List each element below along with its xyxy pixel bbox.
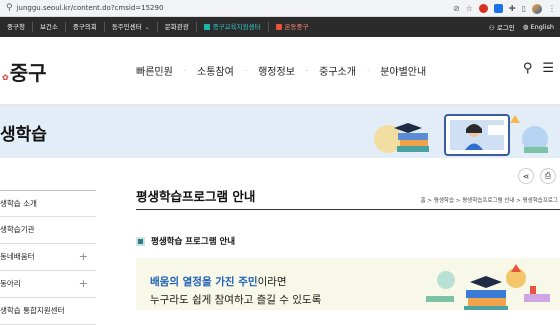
globe-icon: ◍ [522, 23, 529, 31]
main-nav-admin-info[interactable]: 행정정보 [247, 63, 306, 78]
main-nav-about[interactable]: 중구소개 [308, 63, 367, 78]
sidebar-item-institutions[interactable]: 생학습기관 [0, 217, 96, 244]
browser-menu-icon[interactable]: ⋮ [548, 0, 556, 17]
expand-plus-icon[interactable]: + [79, 244, 88, 270]
share-icon: ⋖ [522, 171, 530, 181]
bookmark-star-icon[interactable]: ☆ [466, 0, 473, 17]
topnav-item-community-center[interactable]: 동주민센터 [105, 17, 157, 38]
login-link[interactable]: ⚇ 로그인 [489, 22, 515, 32]
share-button[interactable]: ⋖ [518, 168, 534, 184]
sidebar-item-intro[interactable]: 생학습 소개 [0, 190, 96, 217]
search-icon[interactable]: ⚲ [523, 61, 533, 76]
sidebar-item-label: 생학습 통합지원센터 [0, 306, 65, 315]
site-header: ✿중구 빠른민원 · 소통참여 · 행정정보 · 중구소개 · 분야별안내 ⚲ … [0, 37, 560, 105]
site-info-icon[interactable]: ⚲ [6, 0, 13, 17]
site-logo[interactable]: ✿중구 [2, 57, 47, 86]
topnav-item-council[interactable]: 중구의회 [66, 17, 104, 37]
topnav-education-label: 중구교육지원센터 [212, 23, 261, 31]
sidebar-item-label: 생학습기관 [0, 225, 35, 234]
print-icon: ⎙ [544, 171, 552, 180]
intro-line-1-rest: 이라면 [257, 276, 287, 288]
intro-panel: 배움의 열정을 가진 주민이라면 누구라도 쉽게 참여하고 즐길 수 있도록 [136, 258, 560, 310]
expand-plus-icon[interactable]: + [79, 271, 88, 297]
sidebar-item-clubs[interactable]: 동아리 + [0, 271, 96, 298]
main-nav-quick-civil[interactable]: 빠른민원 [125, 63, 184, 78]
language-link[interactable]: ◍ English [523, 23, 554, 31]
user-icon: ⚇ [488, 24, 495, 32]
page-title: 평생학습프로그램 안내 [136, 189, 256, 204]
main-nav: 빠른민원 · 소통참여 · 행정정보 · 중구소개 · 분야별안내 [125, 63, 437, 79]
section-bullet-icon [136, 236, 145, 246]
browser-toolbar-right: ⊘ ☆ ✚ ▯ ⋮ [453, 0, 556, 17]
hamburger-menu-icon[interactable]: ☰ [542, 61, 554, 76]
language-label: English [530, 23, 554, 31]
topnav-item-education-center[interactable]: 중구교육지원센터 [197, 17, 268, 37]
sidebar-item-label: 동아리 [0, 279, 21, 288]
page-tools: ⋖ ⎙ [518, 168, 556, 184]
topnav-item-junggu[interactable]: 중구청 [0, 17, 32, 37]
topnav-item-ondong[interactable]: 온동중구 [269, 17, 316, 37]
learning-illustration [370, 109, 560, 158]
section-heading-text: 평생학습 프로그램 안내 [151, 237, 236, 247]
sidebar-item-label: 동네배움터 [0, 252, 35, 261]
education-center-icon [203, 24, 210, 30]
title-divider [136, 209, 560, 210]
intro-line-2: 누구라도 쉽게 참여하고 즐길 수 있도록 [150, 294, 322, 306]
banner-title: 생학습 [0, 125, 47, 145]
hide-icon[interactable]: ⊘ [453, 0, 460, 17]
extension-blue-icon[interactable] [493, 4, 503, 13]
topnav-item-culture[interactable]: 문화관광 [158, 17, 196, 37]
logo-accent-icon: ✿ [2, 73, 9, 82]
ondong-icon [275, 24, 282, 30]
main-nav-participation[interactable]: 소통참여 [186, 63, 245, 78]
section-banner: 생학습 [0, 105, 560, 158]
sidebar-item-neighborhood[interactable]: 동네배움터 + [0, 244, 96, 271]
topnav-item-health[interactable]: 보건소 [33, 17, 65, 37]
extension-red-icon[interactable] [478, 4, 488, 13]
browser-address-bar: ⚲ junggu.seoul.kr/content.do?cmsid=15290… [0, 0, 560, 17]
sidebar-item-label: 생학습 소개 [0, 199, 37, 208]
url-text[interactable]: junggu.seoul.kr/content.do?cmsid=15290 [17, 4, 164, 12]
breadcrumb[interactable]: 홈 > 평생학습 > 평생학습프로그램 안내 > 평생학습프로그 [421, 196, 558, 204]
intro-highlight: 배움의 열정을 가진 주민 [150, 276, 258, 288]
sidebar-item-support-center[interactable]: 생학습 통합지원센터 [0, 298, 96, 325]
top-utility-nav: 중구청 보건소 중구의회 동주민센터 문화관광 중구교육지원센터 온동중구 ⚇ … [0, 17, 560, 37]
section-heading: 평생학습 프로그램 안내 [136, 235, 235, 247]
profile-avatar[interactable] [532, 3, 542, 14]
books-illustration [426, 264, 550, 310]
topnav-right: ⚇ 로그인 ◍ English [489, 17, 554, 37]
extensions-puzzle-icon[interactable]: ✚ [509, 0, 516, 17]
intro-line-1: 배움의 열정을 가진 주민이라면 [150, 274, 287, 289]
main-nav-guide[interactable]: 분야별안내 [369, 63, 437, 78]
logo-text: 중구 [9, 61, 47, 85]
login-label: 로그인 [496, 24, 515, 32]
print-button[interactable]: ⎙ [540, 168, 556, 184]
header-icons: ⚲ ☰ [523, 61, 554, 76]
sidebar-menu: 생학습 소개 생학습기관 동네배움터 + 동아리 + 생학습 통합지원센터 [0, 190, 96, 325]
side-panel-icon[interactable]: ▯ [522, 0, 526, 17]
topnav-ondong-label: 온동중구 [284, 23, 309, 31]
